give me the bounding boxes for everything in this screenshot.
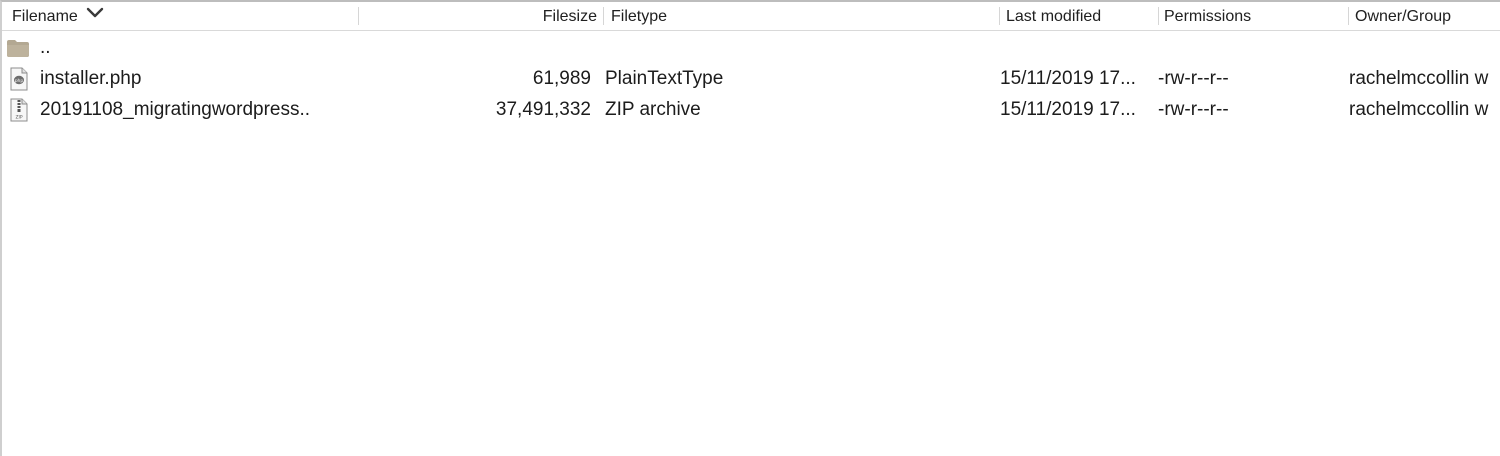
column-header-filetype[interactable]: Filetype (611, 2, 991, 30)
column-separator[interactable] (358, 7, 359, 25)
column-header-permissions[interactable]: Permissions (1164, 2, 1344, 30)
file-name: installer.php (40, 68, 142, 89)
file-permissions: -rw-r--r-- (1158, 68, 1229, 89)
file-row[interactable]: php installer.php 61,989 PlainTextType 1… (2, 63, 1500, 94)
file-size: 61,989 (532, 68, 591, 89)
svg-text:php: php (15, 78, 24, 84)
file-last-modified: 15/11/2019 17... (1000, 99, 1136, 120)
file-name: .. (40, 37, 51, 58)
column-header-owner-group-label: Owner/Group (1355, 8, 1452, 25)
column-header-filename[interactable]: Filename (12, 2, 352, 30)
column-header-last-modified[interactable]: Last modified (1006, 2, 1154, 30)
file-permissions: -rw-r--r-- (1158, 99, 1229, 120)
column-header-filename-label: Filename (12, 8, 78, 25)
file-name: 20191108_migratingwordpress.. (40, 99, 311, 120)
column-header-bar: Filename Filesize Filetype Last modified… (2, 2, 1500, 31)
column-header-filetype-label: Filetype (611, 8, 668, 25)
column-separator[interactable] (999, 7, 1000, 25)
file-type: ZIP archive (605, 99, 701, 120)
column-header-owner-group[interactable]: Owner/Group (1355, 2, 1500, 30)
php-file-icon: php (8, 63, 30, 94)
file-row-parent[interactable]: .. (2, 32, 1500, 63)
file-owner-group: rachelmccollin w (1349, 68, 1489, 89)
column-separator[interactable] (603, 7, 604, 25)
column-header-filesize-label: Filesize (542, 8, 597, 25)
svg-text:ZIP: ZIP (15, 114, 22, 120)
column-header-last-modified-label: Last modified (1006, 8, 1102, 25)
zip-file-icon: ZIP (8, 94, 30, 125)
file-type: PlainTextType (605, 68, 724, 89)
file-list-pane: Filename Filesize Filetype Last modified… (0, 0, 1500, 456)
column-header-permissions-label: Permissions (1164, 8, 1252, 25)
column-separator[interactable] (1348, 7, 1349, 25)
sort-descending-icon[interactable] (86, 2, 104, 30)
file-owner-group: rachelmccollin w (1349, 99, 1489, 120)
file-last-modified: 15/11/2019 17... (1000, 68, 1136, 89)
folder-icon (6, 32, 30, 63)
column-header-filesize[interactable]: Filesize (364, 2, 597, 30)
column-separator[interactable] (1158, 7, 1159, 25)
file-size: 37,491,332 (495, 99, 591, 120)
file-row[interactable]: ZIP 20191108_migratingwordpress.. 37,491… (2, 94, 1500, 125)
